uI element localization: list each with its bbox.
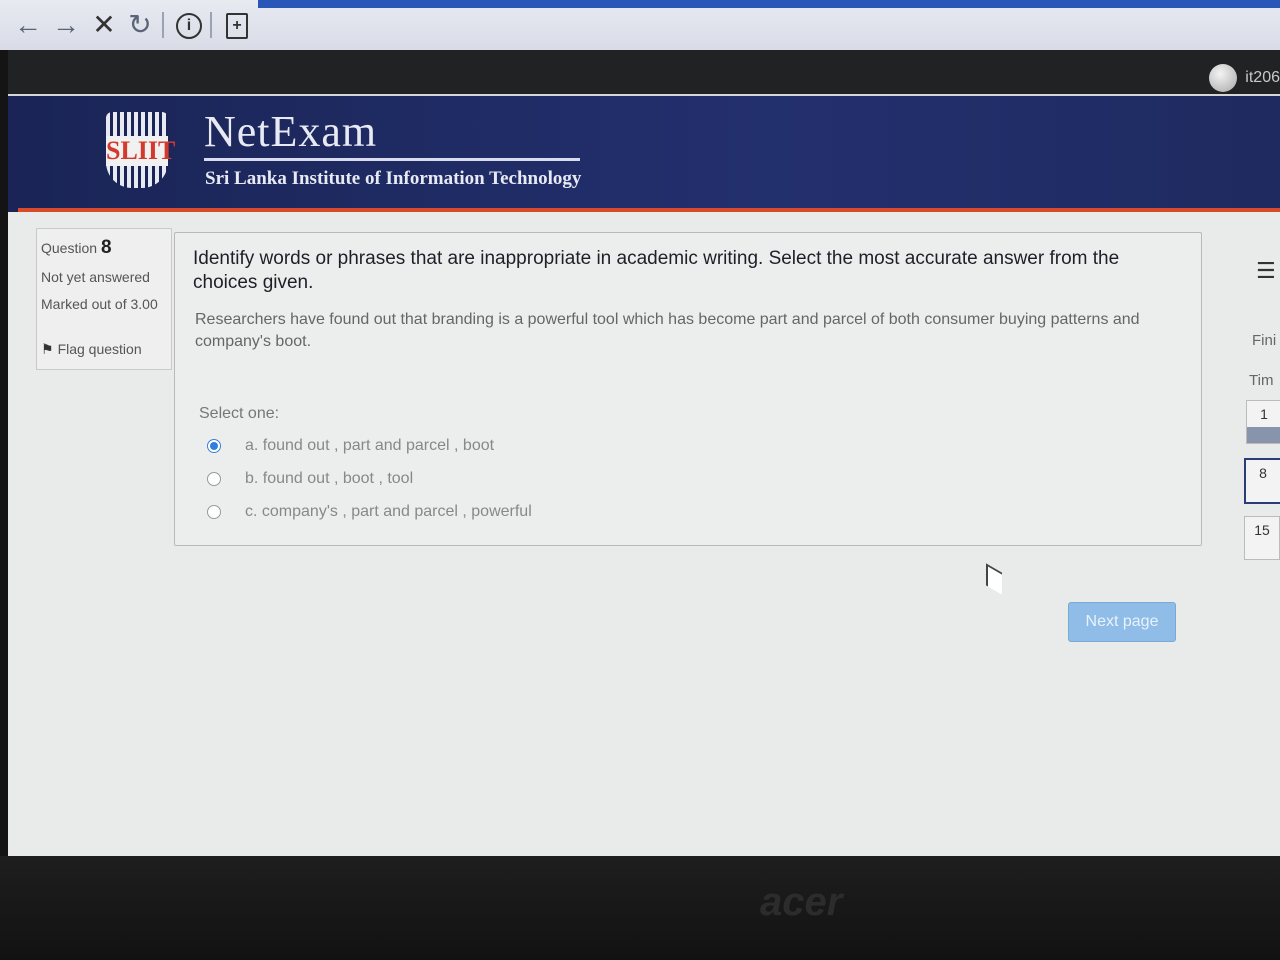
brand-title[interactable]: NetExam (204, 106, 377, 157)
answer-option-label[interactable]: b. found out , boot , tool (245, 470, 413, 488)
sliit-logo[interactable]: SLIIT (106, 112, 176, 188)
question-label: Question (41, 240, 98, 256)
page: ← → ✕ ↻ i + it206 SLIIT NetExam Sri Lank… (0, 0, 1280, 960)
info-icon[interactable]: i (176, 13, 202, 39)
question-text: Identify words or phrases that are inapp… (193, 248, 1120, 293)
site-header: SLIIT NetExam Sri Lanka Institute of Inf… (8, 94, 1280, 212)
select-one-label: Select one: (199, 405, 280, 422)
radio-button-b[interactable] (207, 472, 221, 486)
finish-attempt-link[interactable]: Fini (1252, 332, 1276, 349)
back-icon[interactable]: ← (12, 8, 44, 42)
next-page-button[interactable]: Next page (1068, 602, 1176, 642)
browser-toolbar: ← → ✕ ↻ i + (0, 0, 1280, 50)
radio-button-a[interactable] (207, 439, 221, 453)
question-content: Identify words or phrases that are inapp… (174, 232, 1202, 546)
toolbar-divider (210, 12, 212, 38)
laptop-brand-logo: acer (760, 880, 843, 924)
reload-icon[interactable]: ↻ (124, 8, 156, 42)
answer-option-c[interactable]: c. company's , part and parcel , powerfu… (207, 501, 532, 523)
answer-option-a[interactable]: a. found out , part and parcel , boot (207, 435, 494, 457)
timer-label: Tim (1249, 372, 1274, 389)
answer-option-label[interactable]: c. company's , part and parcel , powerfu… (245, 503, 532, 521)
quiz-nav-button-1[interactable]: 1 (1246, 400, 1280, 444)
quiz-nav-button-8[interactable]: 8 (1244, 458, 1280, 504)
mouse-cursor (986, 563, 1002, 595)
radio-button-c[interactable] (207, 505, 221, 519)
question-info: Question 8 Not yet answered Marked out o… (36, 228, 172, 370)
quiz-nav-number[interactable]: 1 (1260, 406, 1268, 422)
stop-icon[interactable]: ✕ (88, 8, 120, 42)
page-action-icon[interactable]: + (226, 13, 248, 39)
site-topbar: it206 (8, 50, 1280, 94)
user-menu[interactable]: it206 (1209, 62, 1280, 94)
tab-strip-accent (258, 0, 1280, 8)
brand-divider (204, 158, 580, 161)
flag-question-link[interactable]: ⚑ Flag question (41, 341, 142, 358)
question-passage: Researchers have found out that branding… (195, 311, 1140, 350)
header-accent-line (18, 208, 1280, 212)
question-number-label: Question 8 (41, 237, 112, 259)
forward-icon[interactable]: → (50, 8, 82, 42)
menu-icon[interactable]: ☰ (1256, 258, 1276, 284)
quiz-nav-button-15[interactable]: 15 (1244, 516, 1280, 560)
brand-subtitle: Sri Lanka Institute of Information Techn… (205, 168, 582, 189)
logo-text: SLIIT (106, 136, 176, 166)
question-number: 8 (100, 237, 112, 258)
flag-question-label[interactable]: Flag question (58, 341, 142, 357)
question-grade: Marked out of 3.00 (41, 296, 158, 312)
answered-indicator (1247, 427, 1280, 443)
quiz-nav-number[interactable]: 8 (1259, 465, 1267, 481)
laptop-bezel: acer (0, 856, 1280, 960)
web-page: it206 SLIIT NetExam Sri Lanka Institute … (8, 50, 1280, 856)
avatar[interactable] (1209, 64, 1238, 92)
answer-option-label[interactable]: a. found out , part and parcel , boot (245, 437, 494, 455)
toolbar-divider (162, 12, 164, 38)
answer-option-b[interactable]: b. found out , boot , tool (207, 468, 413, 490)
question-state: Not yet answered (41, 269, 150, 285)
quiz-nav-number[interactable]: 15 (1254, 522, 1270, 538)
flag-icon[interactable]: ⚑ (41, 341, 54, 357)
username[interactable]: it206 (1245, 69, 1280, 87)
